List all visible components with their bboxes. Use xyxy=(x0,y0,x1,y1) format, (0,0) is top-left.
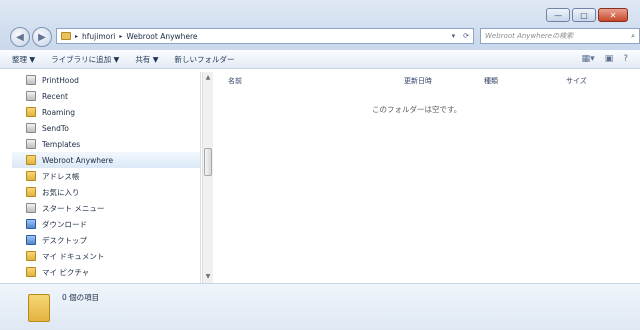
navigation-pane: PrintHood Recent Roaming SendTo Templates Web… xyxy=(12,72,201,283)
sidebar-item-label: Recent xyxy=(42,91,68,101)
folder-icon xyxy=(26,235,36,245)
folder-icon xyxy=(28,294,50,322)
sidebar-item-label: Webroot Anywhere xyxy=(42,155,114,165)
breadcrumb-item-webroot[interactable]: Webroot Anywhere xyxy=(126,32,197,41)
column-type[interactable]: 種類 xyxy=(484,76,498,86)
view-controls: ▦▾ ▣ ? xyxy=(582,54,640,64)
sidebar-item[interactable]: マイ ドキュメント xyxy=(12,248,200,264)
address-controls: ▾ ⟳ xyxy=(452,32,473,40)
view-options-icon[interactable]: ▦▾ xyxy=(582,54,595,64)
sidebar-item[interactable]: デスクトップ xyxy=(12,232,200,248)
sidebar-item[interactable]: PrintHood xyxy=(12,72,200,88)
folder-icon xyxy=(26,139,36,149)
search-input[interactable]: Webroot Anywhereの検索 ⌕ xyxy=(480,28,640,44)
sidebar-item[interactable]: Recent xyxy=(12,88,200,104)
sidebar-item-label: Templates xyxy=(42,139,81,149)
sidebar-item-label: デスクトップ xyxy=(42,235,87,245)
close-button[interactable]: ✕ xyxy=(598,8,628,22)
navigation-scrollbar[interactable]: ▲ ▼ xyxy=(202,72,213,283)
sidebar-item-label: マイ ドキュメント xyxy=(42,251,105,261)
sidebar-item-label: ダウンロード xyxy=(42,219,87,229)
folder-icon xyxy=(26,219,36,229)
sidebar-item[interactable]: ダウンロード xyxy=(12,216,200,232)
folder-icon xyxy=(61,32,71,40)
details-pane: 0 個の項目 xyxy=(0,283,640,330)
column-name[interactable]: 名前 xyxy=(228,76,242,86)
search-icon[interactable]: ⌕ xyxy=(631,32,635,41)
scroll-down-icon[interactable]: ▼ xyxy=(204,273,212,281)
column-size[interactable]: サイズ xyxy=(566,76,587,86)
chevron-right-icon: ▸ xyxy=(75,32,79,40)
sidebar-item[interactable]: Templates xyxy=(12,136,200,152)
folder-icon xyxy=(26,171,36,181)
explorer-window: — □ ✕ ◀ ▶ ▸ hfujimori ▸ Webroot Anywhere… xyxy=(0,0,640,330)
forward-button[interactable]: ▶ xyxy=(32,27,52,47)
folder-icon xyxy=(26,251,36,261)
sidebar-item[interactable]: お気に入り xyxy=(12,184,200,200)
folder-icon xyxy=(26,155,36,165)
help-icon[interactable]: ? xyxy=(623,54,628,64)
address-bar[interactable]: ▸ hfujimori ▸ Webroot Anywhere ▾ ⟳ xyxy=(56,28,474,44)
navigation-row: ◀ ▶ ▸ hfujimori ▸ Webroot Anywhere ▾ ⟳ W… xyxy=(10,27,640,47)
folder-icon xyxy=(26,203,36,213)
sidebar-item[interactable]: スタート メニュー xyxy=(12,200,200,216)
search-placeholder: Webroot Anywhereの検索 xyxy=(485,32,574,40)
new-folder-button[interactable]: 新しいフォルダー xyxy=(174,54,234,65)
sidebar-item[interactable]: Roaming xyxy=(12,104,200,120)
preview-pane-icon[interactable]: ▣ xyxy=(605,54,614,64)
command-bar: 整理 ▼ ライブラリに追加 ▼ 共有 ▼ 新しいフォルダー ▦▾ ▣ ? xyxy=(0,50,640,69)
folder-icon xyxy=(26,267,36,277)
sidebar-item-label: アドレス帳 xyxy=(42,171,80,181)
maximize-button[interactable]: □ xyxy=(572,8,596,22)
folder-icon xyxy=(26,75,36,85)
scroll-thumb[interactable] xyxy=(204,148,212,176)
share-menu[interactable]: 共有 ▼ xyxy=(135,54,158,65)
title-bar: — □ ✕ ◀ ▶ ▸ hfujimori ▸ Webroot Anywhere… xyxy=(0,0,640,50)
item-count: 0 個の項目 xyxy=(62,293,100,302)
sidebar-item[interactable]: マイ ピクチャ xyxy=(12,264,200,280)
organize-menu[interactable]: 整理 ▼ xyxy=(12,54,35,65)
sidebar-item[interactable]: Webroot Anywhere xyxy=(12,152,200,168)
chevron-right-icon: ▸ xyxy=(119,32,123,40)
sidebar-item-label: スタート メニュー xyxy=(42,203,105,213)
sidebar-item-label: マイ ピクチャ xyxy=(42,267,90,277)
sidebar-item-label: Roaming xyxy=(42,107,75,117)
sidebar-item-label: お気に入り xyxy=(42,187,80,197)
folder-icon xyxy=(26,91,36,101)
column-headers: 名前 更新日時 種類 サイズ xyxy=(216,74,630,88)
folder-icon xyxy=(26,107,36,117)
dropdown-icon[interactable]: ▾ xyxy=(452,32,456,40)
empty-folder-message: このフォルダーは空です。 xyxy=(372,105,462,114)
minimize-button[interactable]: — xyxy=(546,8,570,22)
sidebar-item-label: PrintHood xyxy=(42,75,79,85)
scroll-up-icon[interactable]: ▲ xyxy=(204,74,212,82)
sidebar-item-label: SendTo xyxy=(42,123,69,133)
sidebar-item[interactable]: SendTo xyxy=(12,120,200,136)
sidebar-item[interactable]: アドレス帳 xyxy=(12,168,200,184)
window-controls: — □ ✕ xyxy=(546,8,628,22)
breadcrumb-item-hfujimori[interactable]: hfujimori xyxy=(82,32,115,41)
refresh-icon[interactable]: ⟳ xyxy=(463,32,469,40)
add-to-library-menu[interactable]: ライブラリに追加 ▼ xyxy=(51,54,119,65)
folder-icon xyxy=(26,123,36,133)
column-modified[interactable]: 更新日時 xyxy=(404,76,432,86)
folder-icon xyxy=(26,187,36,197)
back-button[interactable]: ◀ xyxy=(10,27,30,47)
